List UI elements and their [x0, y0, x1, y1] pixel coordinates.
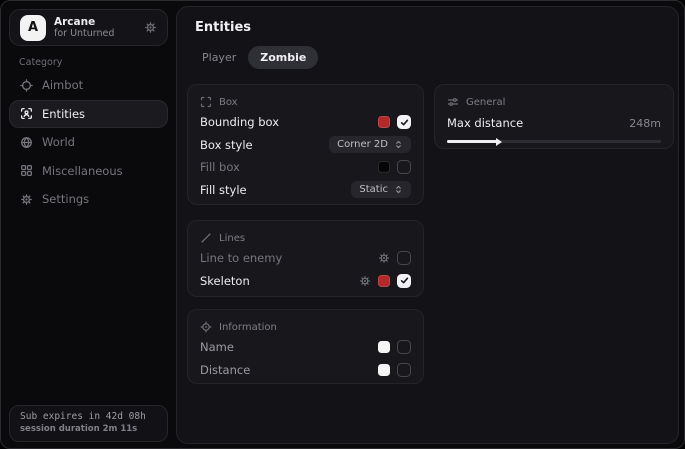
fill-box-color-swatch[interactable] [378, 161, 390, 173]
name-color-swatch[interactable] [378, 341, 390, 353]
globe-icon [20, 136, 33, 149]
line-to-enemy-row: Line to enemy [200, 247, 411, 270]
app-name: Arcane [54, 16, 114, 28]
sidebar-item-aimbot[interactable]: Aimbot [9, 71, 168, 100]
app-subtitle: for Unturned [54, 28, 114, 39]
box-card: Box Bounding box Box style Corner 2D [187, 84, 424, 205]
gear-icon[interactable] [144, 21, 157, 34]
sidebar-item-miscellaneous[interactable]: Miscellaneous [9, 157, 168, 186]
slider-fill [447, 140, 498, 143]
distance-row: Distance [200, 359, 411, 382]
line-to-enemy-checkbox[interactable] [397, 251, 411, 265]
fill-style-value: Static [359, 184, 388, 195]
chevron-selector-icon [394, 185, 403, 194]
sidebar-nav: Aimbot Entities World [9, 71, 168, 214]
general-card: General Max distance 248m [434, 84, 674, 149]
fill-box-checkbox[interactable] [397, 160, 411, 174]
max-distance-slider[interactable] [447, 140, 661, 143]
distance-label: Distance [200, 363, 250, 377]
tab-zombie[interactable]: Zombie [248, 46, 318, 69]
gear-icon [20, 193, 33, 206]
info-scan-icon [200, 321, 212, 333]
skeleton-checkbox[interactable] [397, 274, 411, 288]
card-title: Box [219, 97, 238, 108]
sidebar-item-entities[interactable]: Entities [9, 100, 168, 129]
box-style-label: Box style [200, 138, 253, 152]
diagonal-line-icon [200, 232, 212, 244]
sub-expiry-text: Sub expires in 42d 08h [20, 411, 157, 422]
session-duration-text: session duration 2m 11s [20, 424, 157, 434]
bounding-box-label: Bounding box [200, 115, 279, 129]
entity-tabs: Player Zombie [190, 46, 318, 69]
distance-checkbox[interactable] [397, 363, 411, 377]
sidebar-item-settings[interactable]: Settings [9, 185, 168, 214]
sidebar-item-label: Settings [42, 192, 89, 206]
max-distance-label: Max distance [447, 116, 523, 130]
app-logo: A [20, 15, 46, 41]
category-label: Category [19, 57, 62, 68]
name-row: Name [200, 336, 411, 359]
bounding-box-row: Bounding box [200, 111, 411, 134]
scan-box-icon [200, 96, 212, 108]
sliders-icon [447, 96, 459, 108]
subscription-card: Sub expires in 42d 08h session duration … [9, 405, 168, 442]
line-to-enemy-label: Line to enemy [200, 251, 282, 265]
bounding-box-checkbox[interactable] [397, 115, 411, 129]
entities-icon [20, 107, 33, 120]
max-distance-value: 248m [629, 117, 661, 130]
distance-color-swatch[interactable] [378, 364, 390, 376]
skeleton-color-swatch[interactable] [378, 275, 390, 287]
fill-box-row: Fill box [200, 156, 411, 179]
fill-style-select[interactable]: Static [351, 181, 411, 198]
name-label: Name [200, 340, 234, 354]
skeleton-label: Skeleton [200, 274, 250, 288]
card-title: General [466, 97, 505, 108]
sidebar-item-label: Aimbot [42, 78, 83, 92]
sidebar-item-world[interactable]: World [9, 128, 168, 157]
card-title: Lines [219, 233, 245, 244]
chevron-selector-icon [394, 140, 403, 149]
card-title: Information [219, 322, 277, 333]
slider-thumb[interactable] [496, 138, 502, 146]
fill-style-label: Fill style [200, 183, 247, 197]
information-card: Information Name Distance [187, 309, 424, 384]
sidebar-item-label: Miscellaneous [42, 164, 123, 178]
tab-player[interactable]: Player [190, 46, 248, 69]
box-style-value: Corner 2D [337, 139, 388, 150]
fill-style-row: Fill style Static [200, 179, 411, 202]
sidebar-item-label: World [42, 135, 75, 149]
lines-card: Lines Line to enemy Skeleton [187, 220, 424, 297]
bounding-box-color-swatch[interactable] [378, 116, 390, 128]
box-style-row: Box style Corner 2D [200, 134, 411, 157]
name-checkbox[interactable] [397, 340, 411, 354]
brand-card: A Arcane for Unturned [9, 9, 168, 46]
page-title: Entities [195, 20, 251, 35]
crosshair-icon [20, 79, 33, 92]
box-style-select[interactable]: Corner 2D [329, 136, 411, 153]
app-window: A Arcane for Unturned Category A [0, 0, 685, 449]
gear-icon[interactable] [359, 275, 371, 287]
sidebar-item-label: Entities [42, 107, 85, 121]
fill-box-label: Fill box [200, 160, 240, 174]
sidebar: A Arcane for Unturned Category A [1, 1, 176, 448]
gear-icon[interactable] [378, 252, 390, 264]
skeleton-row: Skeleton [200, 270, 411, 293]
grid-icon [20, 164, 33, 177]
main-panel: Entities Player Zombie Box Bounding box [176, 6, 679, 444]
